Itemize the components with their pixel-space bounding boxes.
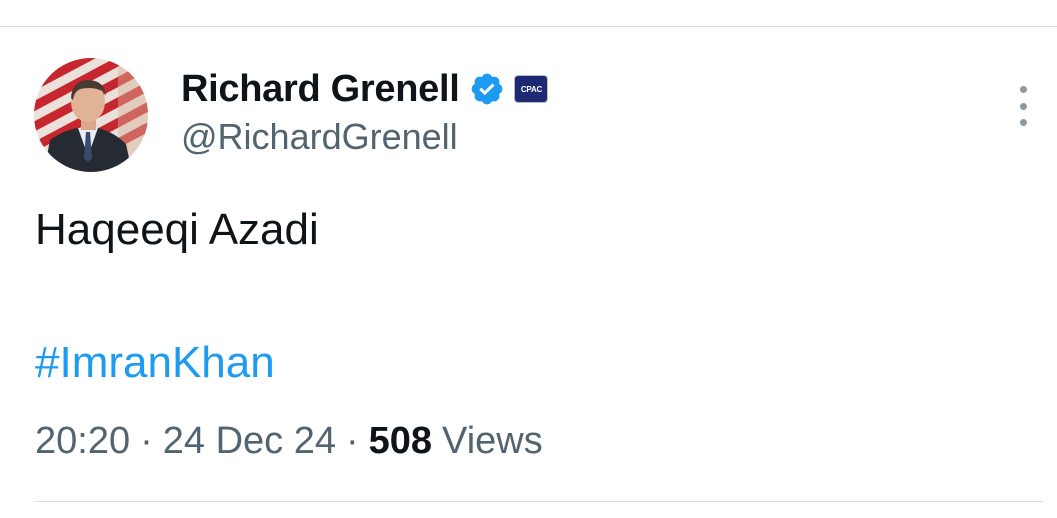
cpac-affiliate-icon[interactable]: CPAC xyxy=(514,75,549,103)
more-dot xyxy=(1019,119,1027,126)
hashtag-link[interactable]: #ImranKhan xyxy=(35,338,275,388)
bottom-divider xyxy=(34,501,1043,502)
tweet-date[interactable]: 24 Dec 24 xyxy=(163,420,336,463)
more-vertical-icon[interactable] xyxy=(1012,86,1034,126)
top-divider xyxy=(0,26,1057,27)
tweet-meta: 20:20 · 24 Dec 24 · 508 Views xyxy=(35,420,543,463)
author-handle[interactable]: @RichardGrenell xyxy=(181,116,458,158)
verified-badge-icon[interactable] xyxy=(469,71,505,107)
tweet-time[interactable]: 20:20 xyxy=(35,420,130,463)
more-dot xyxy=(1019,86,1027,93)
affiliate-badge-text: CPAC xyxy=(520,84,543,94)
author-name-row: Richard Grenell CPAC xyxy=(181,66,549,112)
tweet-text: Haqeeqi Azadi xyxy=(35,205,319,254)
views-label: Views xyxy=(442,420,543,462)
avatar-photo xyxy=(34,58,148,172)
meta-separator: · xyxy=(345,420,359,462)
meta-separator: · xyxy=(140,420,153,462)
views-count: 508 xyxy=(368,420,433,462)
more-dot xyxy=(1019,102,1027,110)
avatar[interactable] xyxy=(34,58,148,172)
author-display-name[interactable]: Richard Grenell xyxy=(181,68,460,111)
